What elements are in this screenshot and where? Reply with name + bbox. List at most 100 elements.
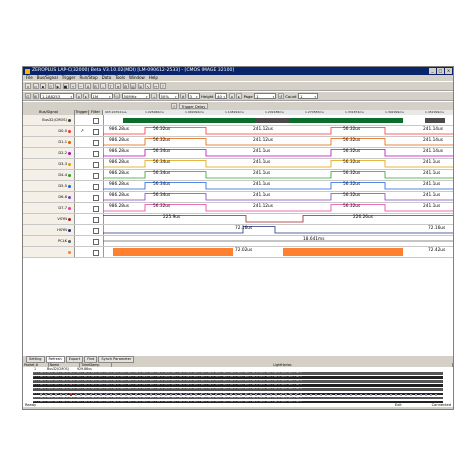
filter-checkbox[interactable]: [93, 238, 99, 245]
trigger-count-icon[interactable]: #: [180, 93, 186, 99]
signal-waveform[interactable]: 225.9us 226.26us: [103, 214, 453, 224]
signal-row[interactable]: VSYN 225.9us 226.26us: [23, 214, 453, 225]
trigger-cell[interactable]: [75, 148, 90, 158]
filter-icon[interactable]: ≡: [115, 83, 121, 89]
filter-checkbox[interactable]: [93, 227, 99, 234]
signal-waveform[interactable]: 986.28us 56.34us 241.1us 56.32us 241.14us: [103, 148, 453, 158]
filter-cell[interactable]: [89, 214, 104, 224]
filter-checkbox[interactable]: [93, 183, 99, 190]
filter-cell[interactable]: [89, 159, 104, 169]
signal-name[interactable]: D2-2: [23, 148, 75, 158]
trigger-count-combo[interactable]: 3 ▾: [187, 93, 200, 99]
settings-icon[interactable]: ⚙: [122, 83, 129, 89]
page-next-icon[interactable]: ▸: [236, 93, 243, 99]
help-icon[interactable]: ?: [160, 83, 166, 89]
filter-checkbox[interactable]: [93, 117, 99, 124]
filter-checkbox[interactable]: [93, 216, 99, 223]
signal-waveform[interactable]: 986.28us 56.34us 241.1us 56.32us 241.1us: [103, 192, 453, 202]
filter-cell[interactable]: [89, 148, 104, 158]
filter-cell[interactable]: [89, 203, 104, 213]
trigger-cell[interactable]: [75, 115, 90, 125]
menu-run-stop[interactable]: Run/Stop: [80, 75, 98, 81]
signal-row[interactable]: PCLK 18.641ms: [23, 236, 453, 247]
minimize-button[interactable]: _: [429, 68, 436, 74]
menu-data[interactable]: Data: [102, 75, 112, 81]
signal-row[interactable]: D4-4 986.28us 56.34us 241.1us 56.32us 241.1us: [23, 170, 453, 181]
filter-cell[interactable]: [89, 247, 104, 257]
filter-checkbox[interactable]: [93, 139, 99, 146]
signal-name[interactable]: PCLK: [23, 236, 75, 246]
signal-icon[interactable]: ∿: [145, 83, 151, 89]
signal-row[interactable]: D5-5 986.28us 56.34us 241.1us 56.32us 241.1us: [23, 181, 453, 192]
filter-checkbox[interactable]: [93, 150, 99, 157]
trigger-cell[interactable]: [75, 203, 90, 213]
packet-row[interactable]: FF FF 00 FF 00 FF 00 FF 00 FF 00 FF 00 F…: [33, 388, 443, 391]
menu-window[interactable]: Window: [129, 75, 145, 81]
maximize-button[interactable]: □: [437, 68, 444, 74]
signal-row[interactable]: D2-2 986.28us 56.34us 241.1us 56.32us 241.14u…: [23, 148, 453, 159]
packet-icon[interactable]: ▤: [130, 83, 136, 89]
cursor-b-icon[interactable]: B: [92, 83, 99, 89]
cursor-a-icon[interactable]: A: [85, 83, 91, 89]
packet-row[interactable]: FF FF 00 FF 00 FF 00 FF 00 FF 00 FF 00 F…: [33, 376, 443, 379]
menu-bus-signal[interactable]: Bus/Signal: [37, 75, 58, 81]
trigger-delay-button[interactable]: Trigger Delay: [178, 103, 209, 109]
signal-waveform[interactable]: 72.16us 72.16us: [103, 225, 453, 235]
signal-waveform[interactable]: 986.28us 56.34us 241.1us 56.32us 241.1us: [103, 181, 453, 191]
signal-row[interactable]: D0-0 ↗ 986.28us 56.32us 241.12us 56.32us 241.1…: [23, 126, 453, 137]
menu-trigger[interactable]: Trigger: [62, 75, 76, 81]
trigger-cell[interactable]: [75, 192, 90, 202]
filter-checkbox[interactable]: [93, 194, 99, 201]
trigger-cell[interactable]: [75, 225, 90, 235]
search-icon[interactable]: ⌕: [100, 83, 106, 89]
signal-row[interactable]: 72.02us 72.42us: [23, 247, 453, 258]
open-icon[interactable]: ▭: [32, 83, 39, 89]
signal-row[interactable]: HSYN 72.16us 72.16us: [23, 225, 453, 236]
step-back-icon[interactable]: ◂: [75, 93, 82, 99]
bus-icon[interactable]: ≣: [137, 83, 144, 89]
print-icon[interactable]: ⎙: [47, 83, 54, 89]
signal-name[interactable]: HSYN: [23, 225, 75, 235]
zoom-out-icon[interactable]: −: [77, 83, 84, 89]
filter-cell[interactable]: [89, 137, 104, 147]
clock-icon[interactable]: ◷: [114, 93, 120, 99]
signal-waveform[interactable]: 986.28us 56.32us 241.12us 56.32us 241.14us: [103, 137, 453, 147]
filter-checkbox[interactable]: [93, 172, 99, 179]
trigger-cell[interactable]: [75, 159, 90, 169]
step-forward-icon[interactable]: ▸: [83, 93, 89, 99]
signal-name[interactable]: [23, 247, 75, 257]
zoom-fit-icon[interactable]: ⊡: [25, 93, 31, 99]
save-icon[interactable]: ▪: [40, 83, 46, 89]
signal-waveform[interactable]: 986.28us 56.32us 241.12us 56.32us 241.1us: [103, 203, 453, 213]
zoom-in-icon[interactable]: +: [70, 83, 76, 89]
waveform-area[interactable]: Bus/Signal Trigger Filter 905.907621us 1.…: [23, 110, 453, 356]
filter-cell[interactable]: [89, 225, 104, 235]
height-combo[interactable]: 40 ▾: [215, 93, 228, 99]
filter-cell[interactable]: [89, 170, 104, 180]
signal-row[interactable]: Bus32(CMOS): [23, 115, 453, 126]
packet-row[interactable]: FF FF 00 FF 00 FF 00 FF 00 FF 00 FF 00 F…: [33, 372, 443, 375]
filter-checkbox[interactable]: [93, 161, 99, 168]
threshold-icon[interactable]: ⊥: [151, 93, 157, 99]
signal-name[interactable]: D6-6: [23, 192, 75, 202]
signal-waveform[interactable]: 986.28us 56.34us 241.1us 56.32us 241.1us: [103, 159, 453, 169]
zoom-area-icon[interactable]: ⊞: [32, 93, 39, 99]
filter-checkbox[interactable]: [93, 205, 99, 212]
frequency-combo[interactable]: 50MHz ▾: [121, 93, 150, 99]
signal-waveform[interactable]: 18.641ms: [103, 236, 453, 246]
signal-waveform[interactable]: 986.28us 56.34us 241.1us 56.32us 241.1us: [103, 170, 453, 180]
menu-file[interactable]: File: [26, 75, 33, 81]
page-prev-icon[interactable]: ◂: [228, 93, 235, 99]
trigger-cell[interactable]: [75, 236, 90, 246]
signal-name[interactable]: Bus32(CMOS): [23, 115, 75, 125]
menu-tools[interactable]: Tools: [115, 75, 125, 81]
trigger-cell[interactable]: [75, 181, 90, 191]
signal-row[interactable]: D7-7 986.28us 56.32us 241.12us 56.32us 241.1u…: [23, 203, 453, 214]
trigger-cell[interactable]: [75, 214, 90, 224]
measure-icon[interactable]: ↔: [152, 83, 159, 89]
filter-checkbox[interactable]: [93, 128, 99, 135]
signal-waveform[interactable]: 986.28us 56.32us 241.12us 56.32us 241.14us: [103, 126, 453, 136]
filter-cell[interactable]: [89, 126, 104, 136]
trigger-cell[interactable]: [75, 170, 90, 180]
filter-cell[interactable]: [89, 181, 104, 191]
